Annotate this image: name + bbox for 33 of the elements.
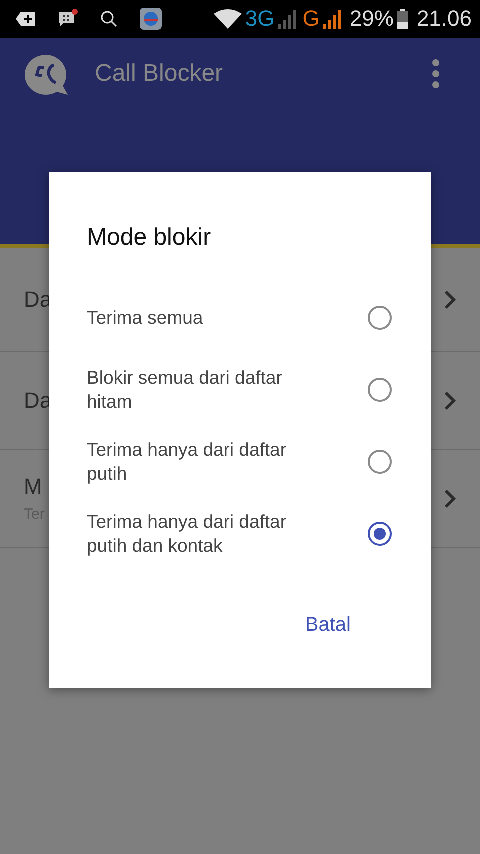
radio-button[interactable] — [368, 450, 392, 474]
signal-icon — [278, 9, 296, 29]
search-icon — [100, 10, 118, 28]
globe-app-icon — [140, 8, 162, 30]
clock: 21.06 — [416, 6, 472, 32]
dialog-title: Mode blokir — [87, 224, 212, 252]
phone-bubble-icon — [24, 53, 70, 95]
option-label: Terima semua — [87, 306, 204, 330]
radio-option[interactable]: Terima semua — [87, 294, 393, 342]
radio-button[interactable] — [368, 378, 392, 402]
radio-option[interactable]: Terima hanya dari daftar putih — [87, 438, 393, 486]
chat-icon — [58, 9, 78, 29]
network-type-label: G — [302, 6, 320, 32]
app-title: Call Blocker — [95, 60, 224, 88]
wifi-icon — [214, 9, 242, 29]
radio-button[interactable] — [368, 522, 392, 546]
network-type-label: 3G — [245, 6, 275, 32]
radio-option[interactable]: Terima hanya dari daftar putih dan kontak — [87, 510, 393, 558]
chevron-right-icon — [444, 488, 456, 508]
battery-percent: 29% — [350, 6, 394, 32]
add-notification-icon — [16, 11, 36, 27]
radio-button[interactable] — [368, 306, 392, 330]
signal-icon — [322, 9, 341, 29]
more-options-icon[interactable] — [432, 59, 440, 89]
option-label: Terima hanya dari daftar putih dan kontak — [87, 510, 288, 558]
battery-icon — [396, 9, 408, 29]
cancel-button[interactable]: Batal — [297, 606, 393, 645]
item-title: M — [24, 474, 44, 500]
option-label: Blokir semua dari daftar hitam — [87, 366, 284, 414]
chevron-right-icon — [444, 290, 456, 310]
radio-option[interactable]: Blokir semua dari daftar hitam — [87, 366, 393, 414]
option-label: Terima hanya dari daftar putih — [87, 438, 288, 486]
chevron-right-icon — [444, 390, 456, 410]
